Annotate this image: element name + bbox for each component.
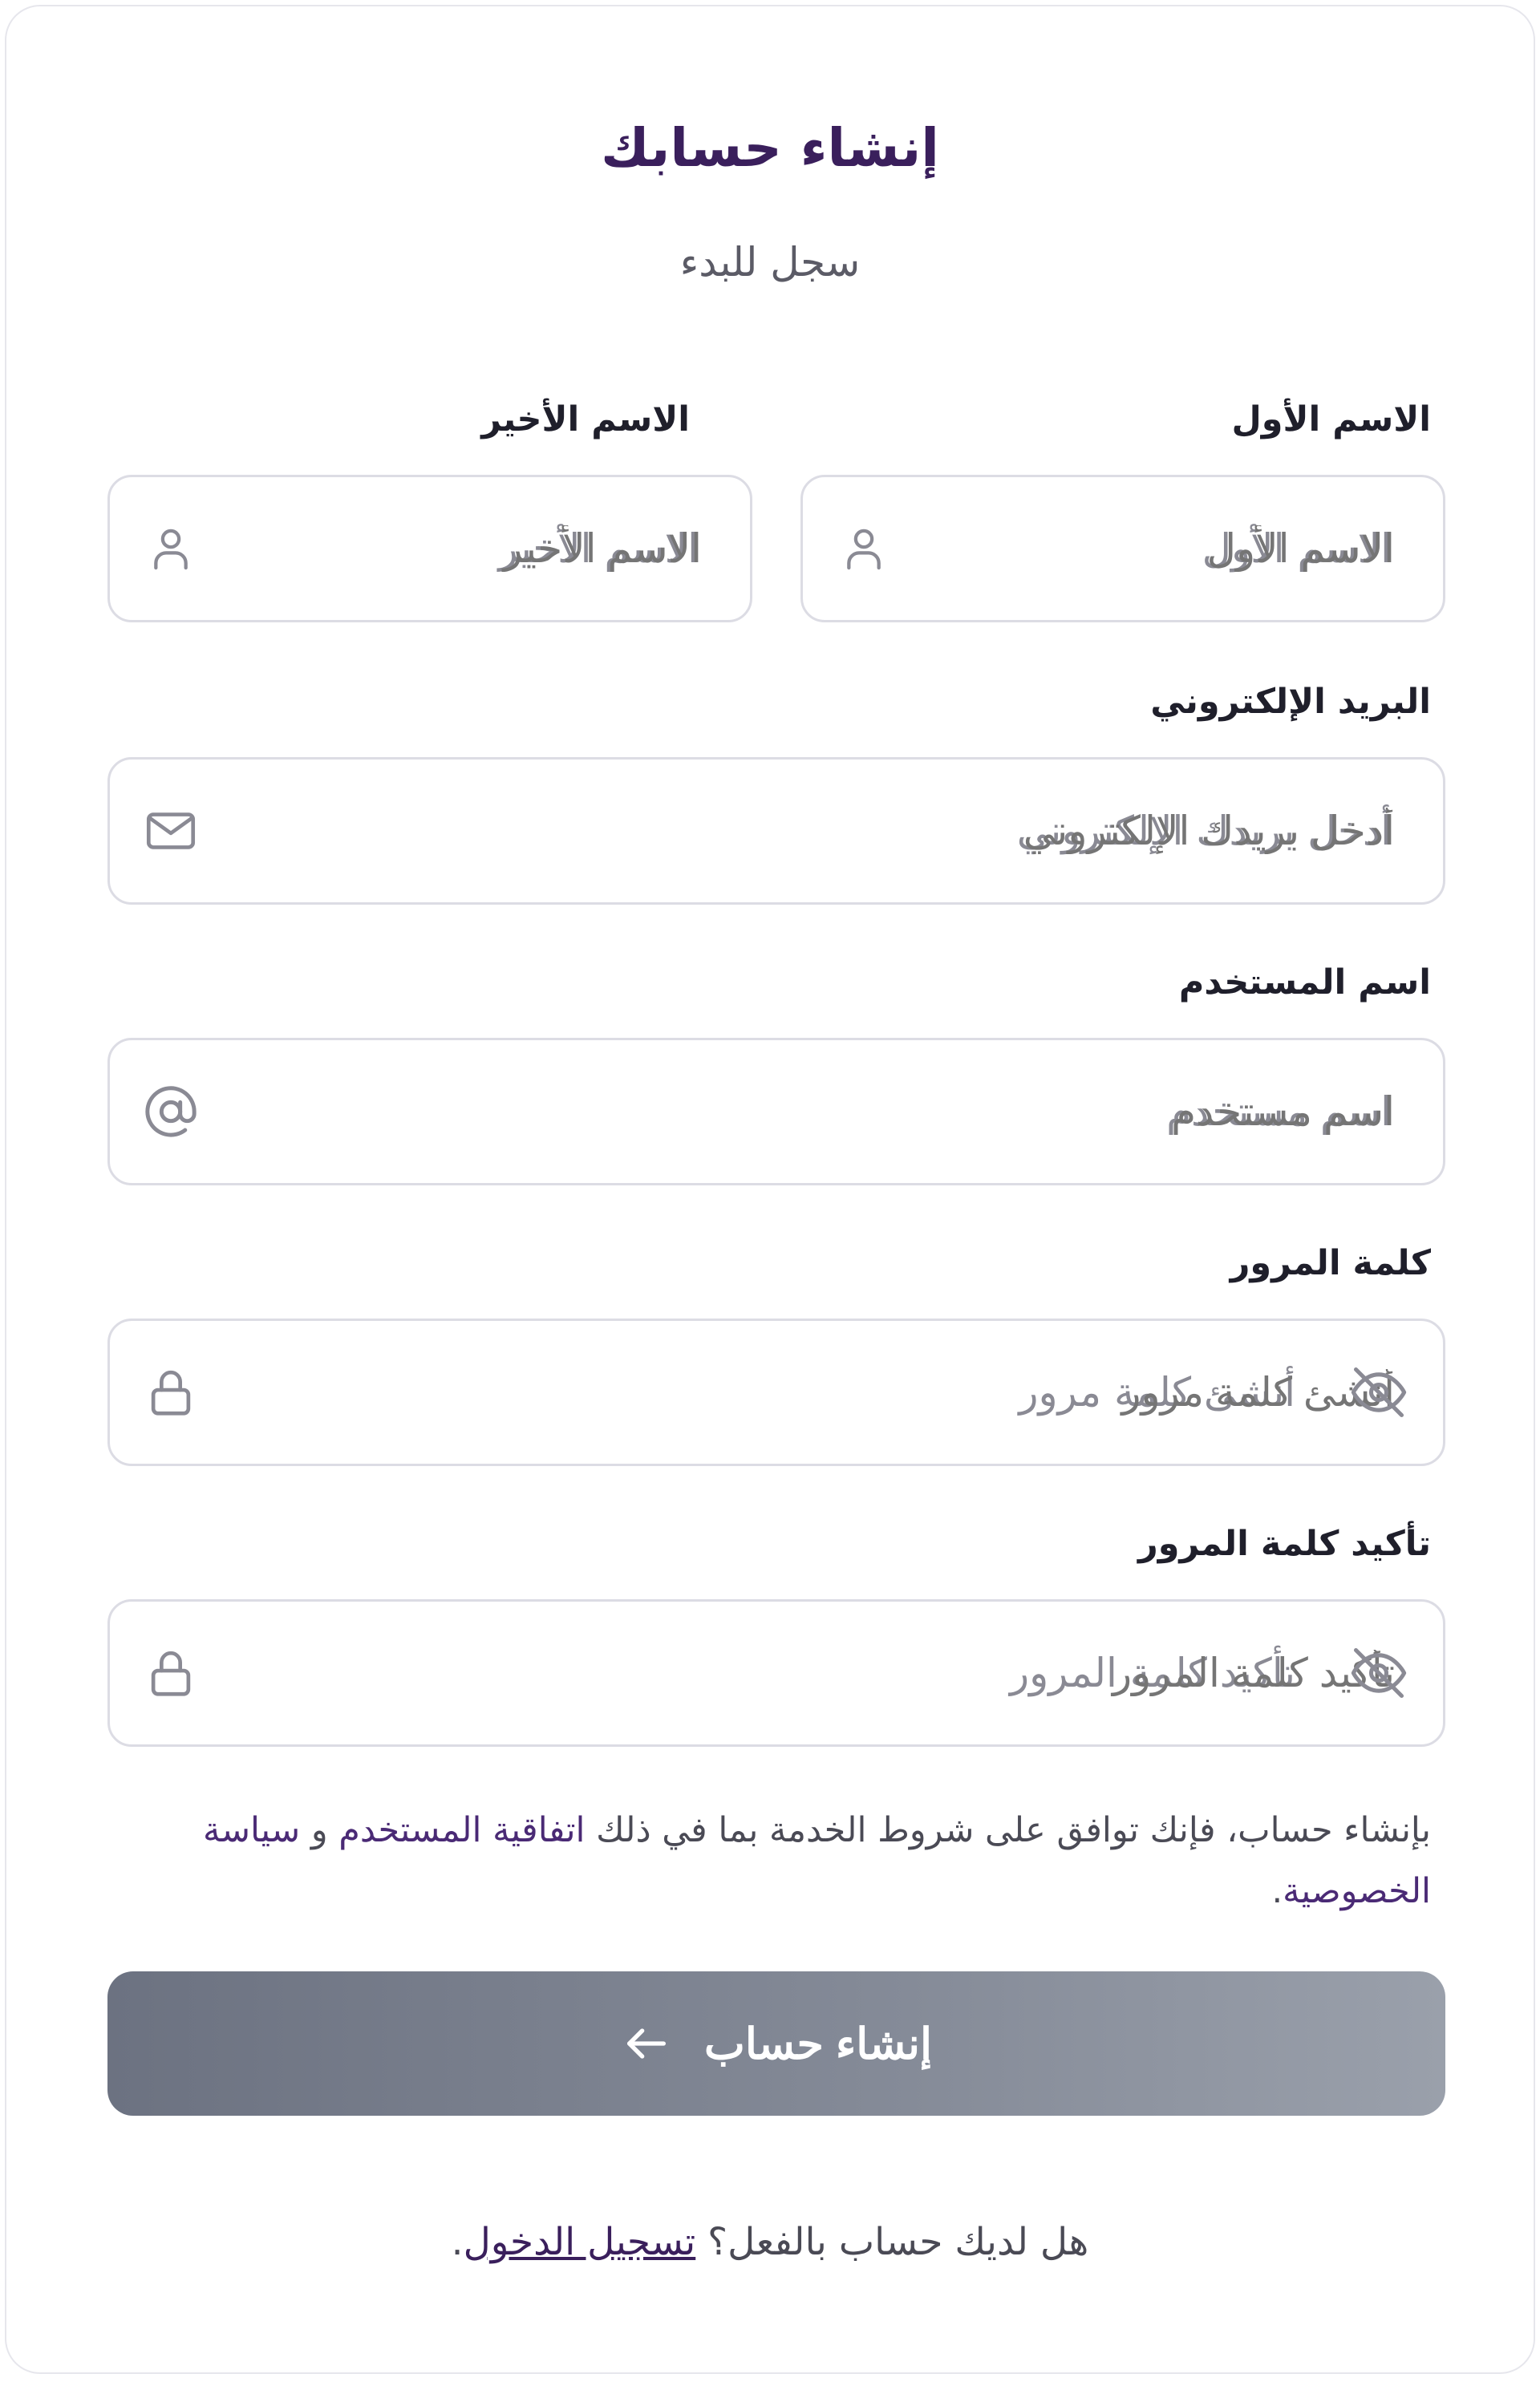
last-name-field[interactable]: الاسم الأخير: [107, 475, 752, 622]
user-agreement-link[interactable]: اتفاقية المستخدم: [338, 1810, 585, 1850]
last-name-label: الاسم الأخير: [481, 399, 690, 440]
page-subtitle: سجل للبدء: [679, 239, 861, 286]
first-name-label: الاسم الأول: [1231, 399, 1431, 440]
email-label: البريد الإلكتروني: [1150, 682, 1431, 722]
password-label: كلمة المرور: [1230, 1243, 1431, 1283]
password-field[interactable]: أنشئ كلمة مرور: [107, 1319, 1445, 1466]
arrow-left-icon: [621, 2018, 672, 2069]
terms-conjunction: و: [300, 1810, 339, 1850]
login-link[interactable]: تسجيل الدخول: [464, 2220, 696, 2264]
terms-suffix: .: [1271, 1871, 1283, 1911]
email-field[interactable]: أدخل بريدك الإلكتروني: [107, 757, 1445, 905]
signup-card: إنشاء حسابك سجل للبدء الاسم الأول الاسم …: [5, 5, 1535, 2374]
last-name-input[interactable]: [110, 477, 750, 620]
email-input[interactable]: [110, 760, 1443, 902]
terms-text: بإنشاء حساب، فإنك توافق على شروط الخدمة …: [109, 1800, 1431, 1922]
username-label: اسم المستخدم: [1178, 962, 1431, 1003]
first-name-field[interactable]: الاسم الأول: [800, 475, 1445, 622]
eye-off-icon[interactable]: [1347, 1641, 1411, 1705]
confirm-password-label: تأكيد كلمة المرور: [1137, 1524, 1431, 1564]
confirm-password-field[interactable]: تأكيد كلمة المرور: [107, 1599, 1445, 1747]
terms-prefix: بإنشاء حساب، فإنك توافق على شروط الخدمة …: [585, 1810, 1431, 1850]
password-input[interactable]: [110, 1321, 1443, 1464]
first-name-input[interactable]: [803, 477, 1443, 620]
create-account-button[interactable]: إنشاء حساب: [107, 1971, 1445, 2116]
username-field[interactable]: اسم مستخدم: [107, 1038, 1445, 1185]
username-input[interactable]: [110, 1040, 1443, 1183]
login-suffix: .: [451, 2220, 464, 2264]
page-title: إنشاء حسابك: [601, 117, 939, 179]
eye-off-icon[interactable]: [1347, 1360, 1411, 1424]
login-prompt: هل لديك حساب بالفعل؟ تسجيل الدخول.: [6, 2220, 1534, 2264]
create-account-label: إنشاء حساب: [704, 2019, 932, 2068]
confirm-password-input[interactable]: [110, 1602, 1443, 1744]
login-question: هل لديك حساب بالفعل؟: [695, 2220, 1089, 2264]
